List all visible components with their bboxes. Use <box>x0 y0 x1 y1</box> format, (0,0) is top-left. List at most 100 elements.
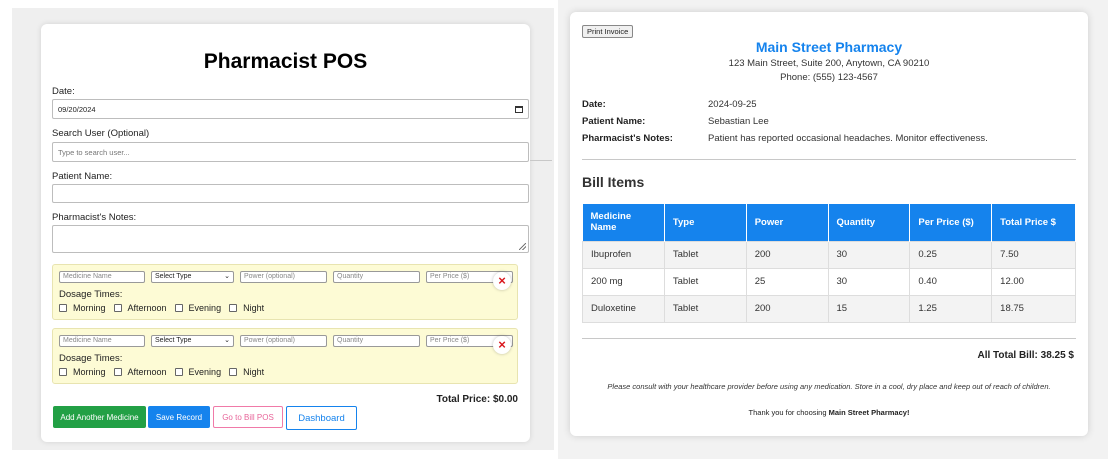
medicine-name-input[interactable]: Medicine Name <box>59 271 145 283</box>
dosage-times-label: Dosage Times: <box>59 289 123 300</box>
morning-checkbox[interactable] <box>59 368 67 376</box>
morning-label: Morning <box>73 303 106 313</box>
table-cell: 200 <box>745 294 829 323</box>
pharmacist-pos-form: Pharmacist POS Date: 09/20/2024 Search U… <box>41 24 530 442</box>
invoice-patient-value: Sebastian Lee <box>708 116 769 127</box>
table-row: Duloxetine Tablet 200 15 1.25 18.75 <box>582 294 1076 323</box>
evening-checkbox[interactable] <box>174 304 183 312</box>
pharmacy-address: 123 Main Street, Suite 200, Anytown, CA … <box>728 58 930 69</box>
table-cell: 0.40 <box>909 267 993 296</box>
thank-you-pharmacy-name: Main Street Pharmacy! <box>828 408 910 417</box>
dashboard-button[interactable]: Dashboard <box>286 406 357 430</box>
save-record-button[interactable]: Save Record <box>148 406 210 428</box>
invoice-patient-label: Patient Name: <box>582 116 646 127</box>
table-cell: Duloxetine <box>582 294 665 323</box>
add-medicine-button[interactable]: Add Another Medicine <box>53 406 146 428</box>
invoice-card: Print Invoice Main Street Pharmacy 123 M… <box>570 12 1088 436</box>
resize-handle-icon[interactable] <box>519 243 526 250</box>
evening-checkbox[interactable] <box>174 368 183 376</box>
thank-you-prefix: Thank you for choosing <box>748 408 829 417</box>
table-cell: 0.25 <box>909 240 993 269</box>
dosage-times-options: Morning Afternoon Evening Night <box>59 303 272 313</box>
table-header: Quantity <box>828 204 911 241</box>
remove-medicine-icon[interactable]: × <box>493 272 511 290</box>
bill-items-table: Medicine Name Type Power Quantity Per Pr… <box>582 204 1076 323</box>
date-value: 09/20/2024 <box>58 104 96 114</box>
table-cell: 25 <box>745 267 829 296</box>
power-input[interactable]: Power (optional) <box>240 271 327 283</box>
table-cell: 30 <box>827 240 911 269</box>
power-input[interactable]: Power (optional) <box>240 335 327 347</box>
total-price: Total Price: $0.00 <box>436 394 518 405</box>
dosage-times-options: Morning Afternoon Evening Night <box>59 367 272 377</box>
table-header: Per Price ($) <box>909 204 993 241</box>
date-input[interactable]: 09/20/2024 <box>52 99 529 119</box>
quantity-input[interactable]: Quantity <box>333 335 420 347</box>
table-cell: Tablet <box>663 267 747 296</box>
invoice-date-label: Date: <box>582 99 606 110</box>
go-to-bill-pos-button[interactable]: Go to Bill POS <box>213 406 283 428</box>
afternoon-label: Afternoon <box>127 303 167 313</box>
table-cell: 200 <box>745 240 829 269</box>
table-row: Ibuprofen Tablet 200 30 0.25 7.50 <box>582 240 1076 269</box>
afternoon-checkbox[interactable] <box>113 368 122 376</box>
table-cell: 1.25 <box>909 294 993 323</box>
invoice-notes-value: Patient has reported occasional headache… <box>708 133 988 144</box>
table-cell: 18.75 <box>991 294 1076 323</box>
medicine-entry: Medicine Name Select Type ⌄ Power (optio… <box>52 328 518 384</box>
search-user-label: Search User (Optional) <box>52 128 150 139</box>
afternoon-label: Afternoon <box>127 367 167 377</box>
footer-note: Please consult with your healthcare prov… <box>607 382 1051 391</box>
afternoon-checkbox[interactable] <box>113 304 122 312</box>
medicine-type-value: Select Type <box>155 273 192 280</box>
search-user-placeholder: Type to search user... <box>58 147 130 157</box>
invoice-date-value: 2024-09-25 <box>708 99 757 110</box>
table-row: 200 mg Tablet 25 30 0.40 12.00 <box>582 267 1076 296</box>
medicine-type-value: Select Type <box>155 337 192 344</box>
page-title: Pharmacist POS <box>203 50 368 73</box>
table-cell: Tablet <box>663 240 747 269</box>
medicine-type-select[interactable]: Select Type ⌄ <box>151 335 234 347</box>
medicine-name-input[interactable]: Medicine Name <box>59 335 145 347</box>
quantity-input[interactable]: Quantity <box>333 271 420 283</box>
table-cell: 200 mg <box>582 267 665 296</box>
table-header: Power <box>746 204 829 241</box>
date-label: Date: <box>52 86 75 97</box>
pharmacy-name: Main Street Pharmacy <box>755 39 903 55</box>
medicine-entry: Medicine Name Select Type ⌄ Power (optio… <box>52 264 518 320</box>
patient-name-input[interactable] <box>52 184 529 203</box>
table-header: Type <box>664 204 747 241</box>
divider <box>530 160 552 161</box>
pharmacist-notes-textarea[interactable] <box>52 225 529 253</box>
calendar-icon[interactable] <box>515 105 523 113</box>
remove-medicine-icon[interactable]: × <box>493 336 511 354</box>
pharmacist-notes-label: Pharmacist's Notes: <box>52 212 137 223</box>
dosage-times-label: Dosage Times: <box>59 353 123 364</box>
table-cell: Tablet <box>663 294 747 323</box>
search-user-input[interactable]: Type to search user... <box>52 142 529 162</box>
night-checkbox[interactable] <box>229 304 238 312</box>
all-total-bill: All Total Bill: 38.25 $ <box>977 350 1074 361</box>
table-header-row: Medicine Name Type Power Quantity Per Pr… <box>582 204 1076 241</box>
table-cell: 7.50 <box>991 240 1076 269</box>
patient-name-label: Patient Name: <box>52 171 113 182</box>
night-label: Night <box>243 367 265 377</box>
evening-label: Evening <box>188 303 222 313</box>
divider <box>582 159 1076 160</box>
morning-label: Morning <box>73 367 106 377</box>
divider <box>582 338 1076 339</box>
night-checkbox[interactable] <box>229 368 238 376</box>
medicine-type-select[interactable]: Select Type ⌄ <box>151 271 234 283</box>
table-header: Total Price $ <box>991 204 1076 241</box>
morning-checkbox[interactable] <box>59 304 67 312</box>
pharmacy-phone: Phone: (555) 123-4567 <box>780 72 878 83</box>
evening-label: Evening <box>188 367 222 377</box>
invoice-notes-label: Pharmacist's Notes: <box>582 133 673 144</box>
print-invoice-button[interactable]: Print Invoice <box>582 25 634 38</box>
chevron-down-icon: ⌄ <box>224 337 230 344</box>
thank-you-message: Thank you for choosing Main Street Pharm… <box>570 408 1088 417</box>
table-cell: Ibuprofen <box>582 240 665 269</box>
chevron-down-icon: ⌄ <box>224 273 230 280</box>
table-header: Medicine Name <box>582 204 665 241</box>
bill-items-title: Bill Items <box>582 174 645 190</box>
